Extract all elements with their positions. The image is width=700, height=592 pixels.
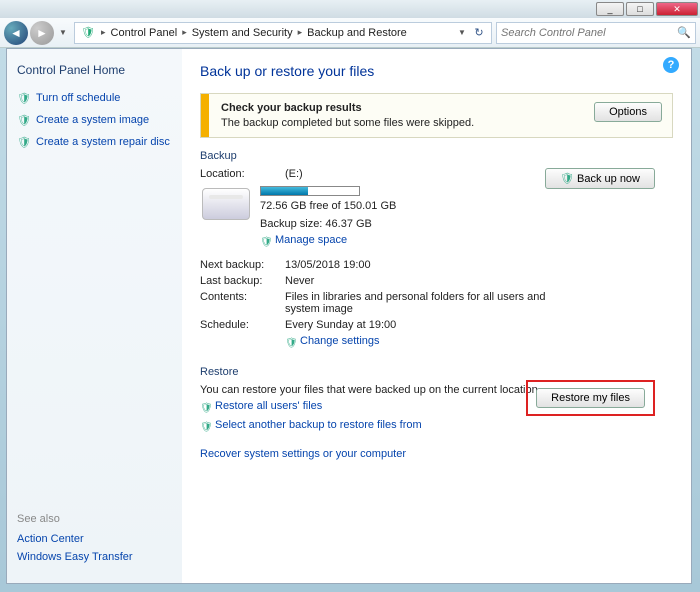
recover-system-link[interactable]: Recover system settings or your computer <box>200 448 673 460</box>
restore-my-files-button[interactable]: Restore my files <box>536 388 645 408</box>
last-backup-label: Last backup: <box>200 275 285 287</box>
shield-icon: 🛡 <box>560 173 577 185</box>
free-space-text: 72.56 GB free of 150.01 GB <box>260 200 396 212</box>
shield-icon: 🛡 <box>80 25 96 41</box>
contents-label: Contents: <box>200 291 285 315</box>
options-button[interactable]: Options <box>594 102 662 122</box>
sidebar-item-turn-off-schedule[interactable]: 🛡 Turn off schedule <box>17 91 172 105</box>
backup-size-text: Backup size: 46.37 GB <box>260 218 396 230</box>
next-backup-value: 13/05/2018 19:00 <box>285 259 673 271</box>
breadcrumb[interactable]: 🛡 ▸ Control Panel ▸ System and Security … <box>74 22 492 44</box>
link-label: Manage space <box>275 234 347 246</box>
shield-icon: 🛡 <box>17 113 31 127</box>
forward-button[interactable]: ► <box>30 21 54 45</box>
search-box[interactable]: 🔍 <box>496 22 696 44</box>
button-label: Back up now <box>577 173 640 185</box>
location-label: Location: <box>200 168 285 180</box>
restore-section-header: Restore <box>200 366 673 378</box>
shield-icon: 🛡 <box>17 135 31 149</box>
warning-stripe <box>201 94 209 137</box>
sidebar-item-create-repair-disc[interactable]: 🛡 Create a system repair disc <box>17 135 172 149</box>
sidebar-home[interactable]: Control Panel Home <box>17 63 172 77</box>
select-another-backup-link[interactable]: 🛡Select another backup to restore files … <box>200 419 673 434</box>
sidebar: Control Panel Home 🛡 Turn off schedule 🛡… <box>7 49 182 583</box>
refresh-button[interactable]: ↻ <box>469 26 489 39</box>
contents-value: Files in libraries and personal folders … <box>285 291 565 315</box>
link-label: Select another backup to restore files f… <box>215 419 422 431</box>
notice-body: The backup completed but some files were… <box>221 117 594 129</box>
shield-icon: 🛡 <box>285 337 298 350</box>
shield-icon: 🛡 <box>260 236 273 249</box>
sidebar-item-create-system-image[interactable]: 🛡 Create a system image <box>17 113 172 127</box>
shield-icon: 🛡 <box>200 402 213 415</box>
sidebar-item-label: Create a system image <box>36 114 149 126</box>
see-also-action-center[interactable]: Action Center <box>17 533 133 545</box>
crumb-control-panel[interactable]: Control Panel <box>108 25 181 41</box>
toolbar: ◄ ► ▼ 🛡 ▸ Control Panel ▸ System and Sec… <box>0 18 700 48</box>
sidebar-item-label: Turn off schedule <box>36 92 120 104</box>
schedule-label: Schedule: <box>200 319 285 331</box>
backup-section-header: Backup <box>200 150 673 162</box>
search-icon[interactable]: 🔍 <box>677 26 691 39</box>
shield-icon: 🛡 <box>200 421 213 434</box>
see-also-header: See also <box>17 513 133 525</box>
manage-space-link[interactable]: 🛡Manage space <box>260 234 396 249</box>
change-settings-link[interactable]: 🛡Change settings <box>285 335 673 350</box>
crumb-backup-restore[interactable]: Backup and Restore <box>304 25 410 41</box>
maximize-button[interactable]: □ <box>626 2 654 16</box>
content-area: Control Panel Home 🛡 Turn off schedule 🛡… <box>6 48 692 584</box>
chevron-right-icon[interactable]: ▸ <box>101 27 106 38</box>
see-also: See also Action Center Windows Easy Tran… <box>17 513 133 569</box>
link-label: Change settings <box>300 335 380 347</box>
close-button[interactable]: ✕ <box>656 2 698 16</box>
crumb-system-security[interactable]: System and Security <box>189 25 296 41</box>
last-backup-value: Never <box>285 275 673 287</box>
see-also-easy-transfer[interactable]: Windows Easy Transfer <box>17 551 133 563</box>
chevron-right-icon[interactable]: ▸ <box>182 27 187 38</box>
search-input[interactable] <box>501 27 677 39</box>
schedule-value: Every Sunday at 19:00 <box>285 319 673 331</box>
next-backup-label: Next backup: <box>200 259 285 271</box>
notice-title: Check your backup results <box>221 102 594 114</box>
link-label: Recover system settings or your computer <box>200 448 406 460</box>
link-label: Restore all users' files <box>215 400 322 412</box>
back-button[interactable]: ◄ <box>4 21 28 45</box>
page-title: Back up or restore your files <box>200 63 673 79</box>
main-panel: ? Back up or restore your files Check yo… <box>182 49 691 583</box>
chevron-right-icon[interactable]: ▸ <box>298 27 303 38</box>
notice-banner: Check your backup results The backup com… <box>200 93 673 138</box>
help-icon[interactable]: ? <box>663 57 679 73</box>
titlebar: _ □ ✕ <box>0 0 700 18</box>
nav-history-dropdown[interactable]: ▼ <box>56 21 70 45</box>
sidebar-item-label: Create a system repair disc <box>36 136 170 148</box>
shield-icon: 🛡 <box>17 91 31 105</box>
restore-highlight: Restore my files <box>526 380 655 416</box>
drive-space-bar <box>260 186 360 196</box>
address-dropdown[interactable]: ▼ <box>455 28 469 37</box>
back-up-now-button[interactable]: 🛡 Back up now <box>545 168 655 189</box>
drive-icon <box>202 188 250 220</box>
minimize-button[interactable]: _ <box>596 2 624 16</box>
